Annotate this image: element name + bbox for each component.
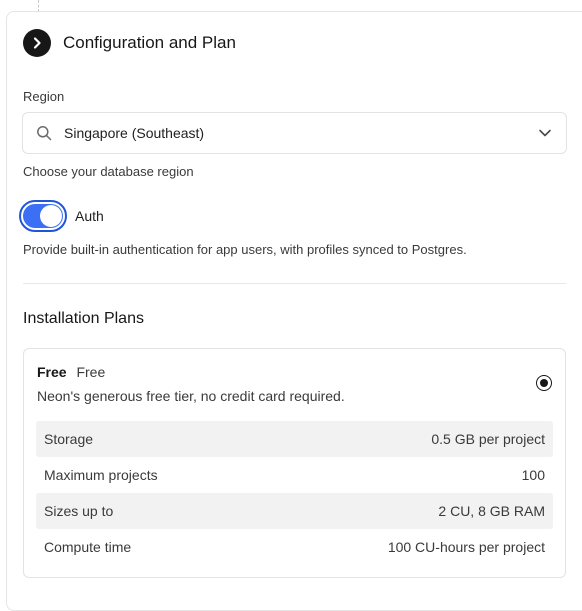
feature-row: Compute time 100 CU-hours per project [36, 529, 553, 565]
plan-name: Free [37, 364, 67, 380]
feature-value: 0.5 GB per project [431, 431, 545, 447]
auth-toggle[interactable] [19, 200, 67, 232]
auth-toggle-row: Auth [19, 200, 104, 232]
feature-row: Maximum projects 100 [36, 457, 553, 493]
plan-features: Storage 0.5 GB per project Maximum proje… [36, 421, 553, 565]
plan-option-free[interactable]: Free Free Neon's generous free tier, no … [23, 348, 566, 578]
plan-radio[interactable] [536, 375, 552, 391]
toggle-knob [40, 205, 62, 227]
search-icon [37, 126, 52, 141]
feature-value: 100 CU-hours per project [387, 539, 545, 555]
feature-row: Storage 0.5 GB per project [36, 421, 553, 457]
toggle-track [23, 204, 63, 228]
feature-value: 2 CU, 8 GB RAM [438, 503, 545, 519]
section-header: Configuration and Plan [23, 28, 236, 57]
region-hint: Choose your database region [23, 164, 194, 179]
auth-description: Provide built-in authentication for app … [23, 242, 467, 257]
plan-description: Neon's generous free tier, no credit car… [37, 388, 345, 404]
feature-label: Storage [44, 431, 94, 447]
feature-value: 100 [521, 467, 545, 483]
feature-row: Sizes up to 2 CU, 8 GB RAM [36, 493, 553, 529]
plans-title: Installation Plans [23, 310, 144, 327]
region-select[interactable]: Singapore (Southeast) [22, 112, 567, 154]
feature-label: Sizes up to [44, 503, 114, 519]
feature-label: Maximum projects [44, 467, 158, 483]
chevron-right-icon [23, 28, 51, 57]
section-title: Configuration and Plan [63, 32, 236, 52]
feature-label: Compute time [44, 539, 132, 555]
chevron-down-icon[interactable] [538, 126, 552, 140]
auth-label: Auth [75, 208, 104, 224]
region-label: Region [23, 89, 65, 104]
radio-selected-dot [540, 379, 548, 387]
divider [23, 283, 566, 284]
region-select-value: Singapore (Southeast) [64, 125, 205, 141]
plan-name-row: Free Free [37, 364, 105, 380]
plan-price: Free [76, 364, 106, 380]
